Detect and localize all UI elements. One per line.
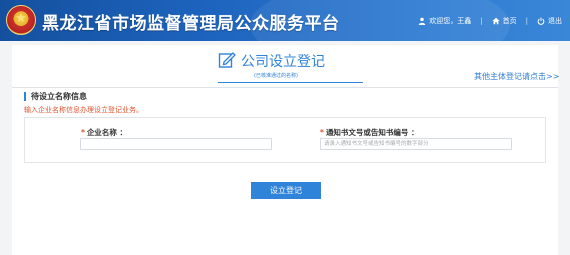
home-icon	[492, 17, 500, 25]
other-entity-link[interactable]: 其他主体登记请点击>>	[474, 71, 559, 82]
section-divider	[12, 87, 558, 88]
nav-divider: |	[525, 17, 528, 25]
page-title: 公司设立登记	[241, 54, 325, 70]
title-underline	[218, 82, 363, 83]
register-button[interactable]: 设立登记	[251, 182, 321, 199]
top-nav: 欢迎您，王鑫 | 首页 | 退出	[418, 14, 562, 28]
home-label: 首页	[502, 17, 517, 25]
section-title: 待设立名称信息	[24, 92, 87, 101]
user-icon	[419, 17, 426, 25]
required-mark: *	[81, 128, 85, 137]
home-link[interactable]: 首页	[492, 16, 517, 26]
name-info-form: * 企业名称 ： * 通知书文号或告知书编号 ：	[24, 117, 546, 163]
main-panel: 公司设立登记 (已核准通过的名称) 其他主体登记请点击>> 待设立名称信息 输入…	[12, 45, 559, 255]
page-subtitle: (已核准通过的名称)	[254, 73, 298, 79]
required-mark: *	[320, 128, 324, 137]
page-title-block: 公司设立登记 (已核准通过的名称)	[218, 51, 363, 83]
company-name-label-text: 企业名称 ：	[86, 128, 128, 137]
edit-icon	[218, 52, 236, 68]
nav-divider: |	[480, 17, 483, 25]
logout-link[interactable]: 退出	[537, 16, 562, 26]
national-emblem-icon	[6, 5, 36, 35]
logout-label: 退出	[548, 17, 562, 25]
site-title: 黑龙江省市场监督管理局公众服务平台	[42, 14, 340, 34]
hint-text: 输入企业名称信息办理设立登记业务。	[24, 106, 143, 114]
company-name-input[interactable]	[80, 138, 272, 150]
user-label: 欢迎您，王鑫	[429, 17, 472, 25]
site-header: 黑龙江省市场监督管理局公众服务平台 欢迎您，王鑫 | 首页 | 退出	[0, 0, 570, 41]
notice-number-label-text: 通知书文号或告知书编号 ：	[325, 128, 419, 137]
power-icon	[537, 17, 545, 25]
notice-number-input[interactable]	[320, 138, 512, 150]
notice-number-label: * 通知书文号或告知书编号 ：	[320, 127, 419, 138]
company-name-label: * 企业名称 ：	[81, 127, 127, 138]
user-menu[interactable]: 欢迎您，王鑫	[418, 16, 471, 26]
